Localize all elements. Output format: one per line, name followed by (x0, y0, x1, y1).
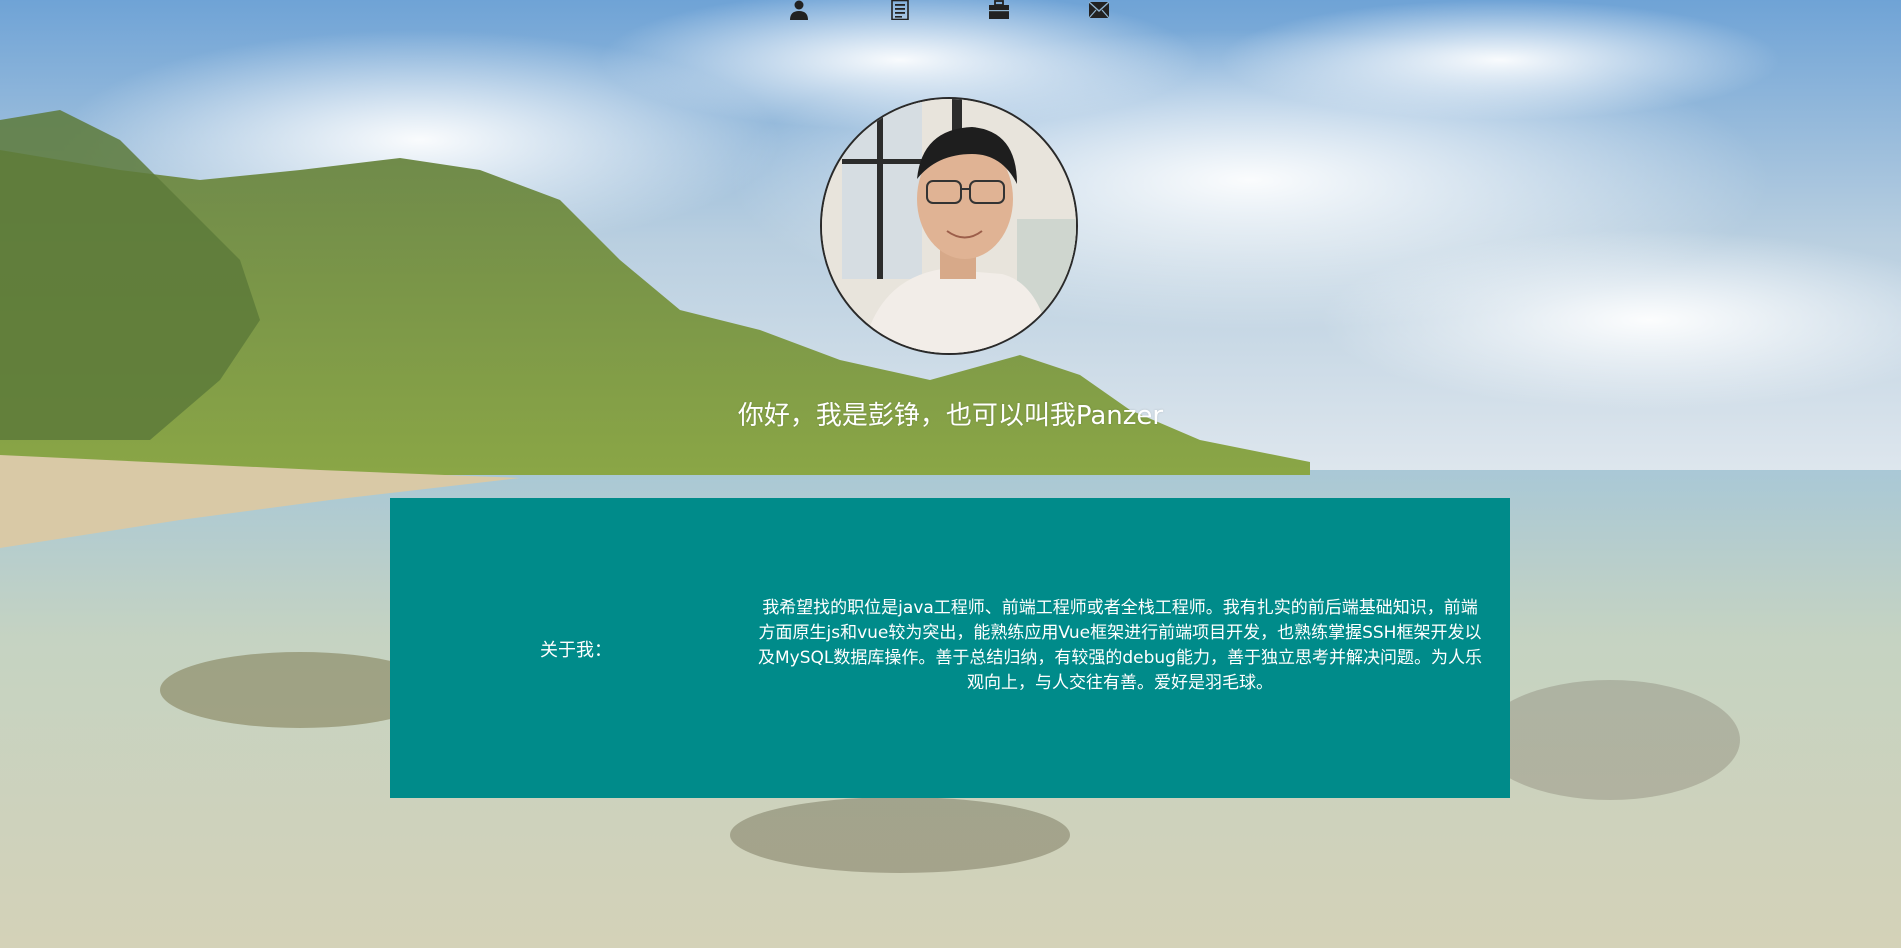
avatar-photo (822, 99, 1076, 353)
briefcase-icon (988, 0, 1010, 20)
nav-contact-button[interactable] (1087, 0, 1111, 20)
document-list-icon (891, 0, 909, 20)
about-text: 我希望找的职位是java工程师、前端工程师或者全栈工程师。我有扎实的前后端基础知… (758, 598, 1482, 693)
nav-projects-button[interactable] (987, 0, 1011, 20)
profile-avatar (820, 97, 1078, 355)
hero-greeting: 你好，我是彭铮，也可以叫我Panzer (737, 401, 1164, 431)
envelope-icon (1088, 1, 1110, 19)
about-section: 关于我： 我希望找的职位是java工程师、前端工程师或者全栈工程师。我有扎实的前… (390, 498, 1510, 798)
nav-about-button[interactable] (787, 0, 811, 20)
about-label: 关于我： (540, 640, 612, 661)
user-icon (789, 0, 809, 20)
top-nav (0, 0, 1901, 24)
nav-resume-button[interactable] (888, 0, 912, 20)
page: 你好，我是彭铮，也可以叫我Panzer 关于我： 我希望找的职位是java工程师… (0, 0, 1901, 948)
